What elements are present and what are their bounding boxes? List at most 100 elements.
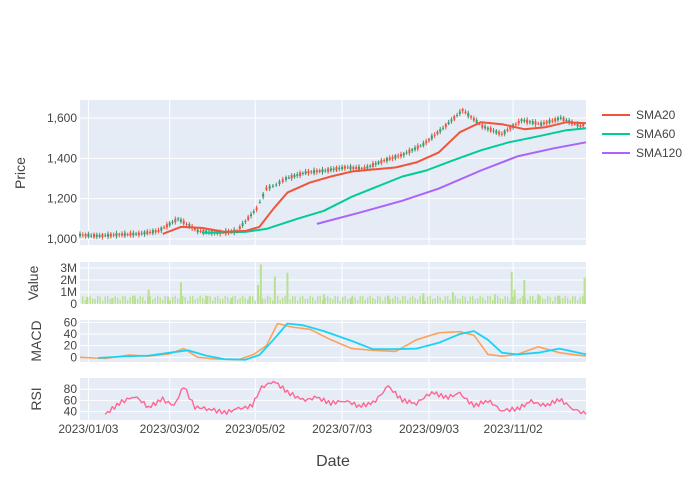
candle-body — [559, 117, 562, 119]
volume-bar — [294, 296, 296, 304]
volume-bar — [114, 295, 116, 304]
volume-bar — [367, 297, 369, 304]
volume-bar — [392, 298, 394, 304]
volume-bar — [139, 295, 141, 304]
volume-bar — [399, 300, 401, 304]
candle-body — [179, 219, 182, 222]
volume-bar — [124, 296, 126, 304]
volume-bar — [144, 300, 146, 304]
candle-body — [174, 218, 177, 223]
volume-bar — [554, 296, 556, 304]
volume-bar — [162, 299, 164, 304]
price-panel: 1,000 1,200 1,400 1,600 — [47, 100, 587, 246]
volume-bar — [267, 295, 269, 304]
volume-bar — [324, 297, 326, 304]
candle-body — [87, 233, 90, 237]
candle-body — [307, 170, 310, 174]
volume-bar — [479, 295, 481, 304]
volume-bar — [167, 296, 169, 304]
volume-bar — [362, 296, 364, 304]
volume-bar — [252, 296, 254, 304]
volume-bar — [409, 297, 411, 304]
volume-bar — [549, 296, 551, 304]
volume-bar — [569, 299, 571, 304]
volume-bar — [92, 298, 94, 304]
candle-body — [93, 233, 96, 238]
candle-body — [149, 231, 152, 233]
volume-bar — [444, 296, 446, 304]
volume-bar — [174, 295, 176, 304]
volume-bar — [89, 295, 91, 304]
candle-body — [371, 163, 374, 167]
candle-body — [357, 166, 360, 170]
candle-body — [526, 119, 529, 124]
candle-body — [338, 167, 341, 169]
volume-y-tick-label: 1M — [60, 285, 77, 299]
candle-body — [399, 154, 402, 157]
candle-body — [255, 207, 258, 211]
volume-bar — [134, 298, 136, 304]
candle-body — [258, 202, 261, 204]
volume-bar — [512, 296, 514, 304]
candle-body — [551, 120, 554, 122]
macd-y-tick-label: 60 — [64, 315, 78, 329]
volume-bar — [229, 300, 231, 304]
volume-bar — [259, 295, 261, 304]
candle-body — [160, 227, 163, 231]
volume-bar — [319, 296, 321, 304]
candle-body — [293, 174, 296, 178]
candle-body — [444, 123, 447, 128]
volume-bar — [572, 296, 574, 304]
candle-body — [433, 134, 436, 136]
candle-body — [171, 221, 174, 223]
volume-bar — [152, 299, 154, 304]
volume-bar — [377, 295, 379, 304]
candle-body — [101, 234, 104, 238]
candle-body — [366, 166, 369, 169]
candle-body — [182, 220, 185, 224]
volume-bar — [347, 298, 349, 304]
volume-bar — [579, 297, 581, 304]
volume-axis-title: Value — [25, 265, 41, 300]
volume-bar — [299, 296, 301, 304]
candle-body — [489, 127, 492, 132]
legend-label-sma60: SMA60 — [636, 127, 676, 141]
volume-bar — [427, 296, 429, 304]
candle-body — [528, 121, 531, 123]
volume-bar — [237, 299, 239, 304]
candle-body — [374, 163, 377, 165]
candle-body — [509, 126, 512, 130]
candle-body — [281, 179, 284, 182]
volume-bar — [274, 296, 276, 304]
volume-bar — [507, 296, 509, 304]
candle-body — [481, 124, 484, 128]
x-tick-label: 2023/03/02 — [140, 422, 200, 436]
volume-bar — [207, 295, 209, 304]
candle-body — [250, 214, 253, 217]
volume-bar — [562, 297, 564, 304]
candle-body — [573, 123, 576, 125]
volume-bar — [452, 297, 454, 304]
volume-bar — [209, 296, 211, 304]
legend: SMA20 SMA60 SMA120 — [602, 108, 682, 160]
x-tick-label: 2023/07/03 — [312, 422, 372, 436]
candle-body — [425, 140, 428, 144]
volume-bar — [534, 300, 536, 304]
volume-bar — [364, 299, 366, 304]
volume-bar — [189, 296, 191, 304]
rsi-y-tick-label: 80 — [64, 382, 78, 396]
volume-bar — [397, 297, 399, 304]
candle-body — [520, 119, 523, 122]
candle-body — [238, 226, 241, 230]
price-y-tick-label: 1,400 — [47, 151, 77, 165]
volume-bar — [384, 296, 386, 304]
candle-body — [534, 121, 537, 125]
volume-bar — [402, 296, 404, 304]
volume-bar — [182, 295, 184, 304]
volume-bar — [509, 300, 511, 304]
volume-bar — [437, 295, 439, 304]
price-y-tick-label: 1,600 — [47, 111, 77, 125]
candle-body — [439, 129, 442, 132]
candle-body — [523, 119, 526, 122]
volume-bar — [424, 300, 426, 304]
